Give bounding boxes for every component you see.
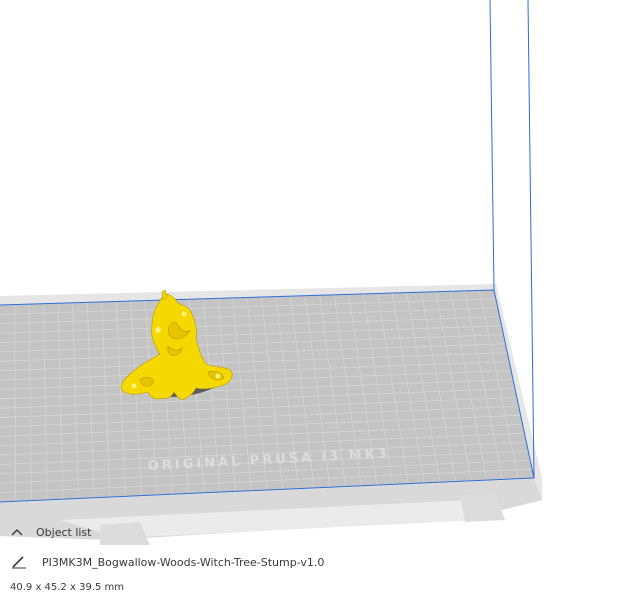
object-list-label: Object list — [36, 526, 92, 539]
object-list-item[interactable]: PI3MK3M_Bogwallow-Woods-Witch-Tree-Stump… — [10, 555, 324, 569]
object-list-toggle[interactable]: Object list — [10, 526, 91, 539]
object-dimensions: 40.9 x 45.2 x 39.5 mm — [10, 582, 125, 593]
object-name: PI3MK3M_Bogwallow-Woods-Witch-Tree-Stump… — [42, 555, 325, 569]
chevron-up-icon — [10, 528, 24, 538]
3d-viewport[interactable]: ORIGINAL PRUSA i3 MK3 — [0, 0, 620, 599]
scene-svg: ORIGINAL PRUSA i3 MK3 — [0, 0, 542, 545]
pencil-icon[interactable] — [10, 555, 28, 569]
